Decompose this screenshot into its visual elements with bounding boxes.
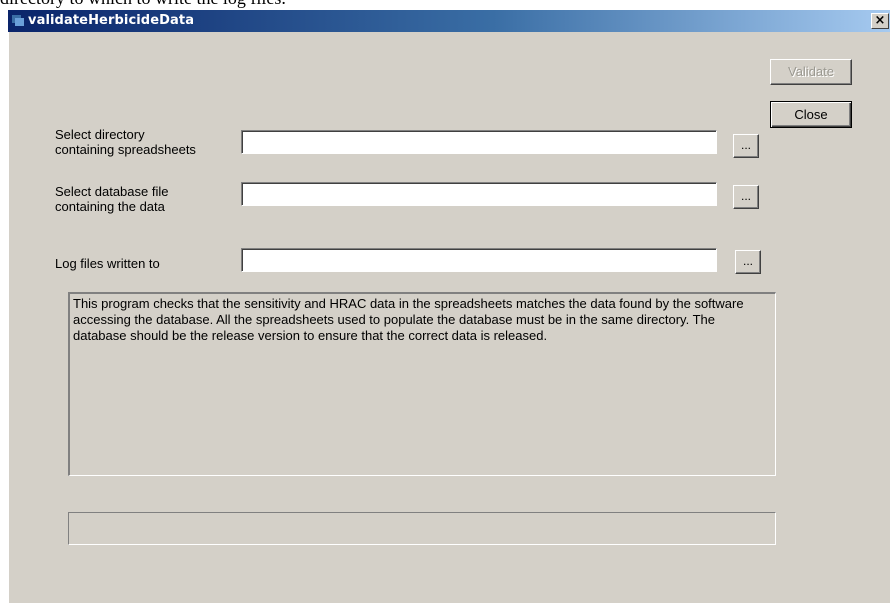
browse-log-files-button[interactable]: ...: [735, 250, 761, 274]
log-files-input[interactable]: [241, 248, 717, 272]
database-file-input[interactable]: [241, 182, 717, 206]
title-bar[interactable]: validateHerbicideData ×: [8, 10, 890, 32]
spreadsheets-dir-input[interactable]: [241, 130, 717, 154]
window-title: validateHerbicideData: [28, 13, 195, 28]
browse-database-file-button[interactable]: ...: [733, 185, 759, 209]
dialog-window: validateHerbicideData × Validate Close S…: [8, 10, 890, 603]
background-document-text: directory to which to write the log file…: [0, 0, 286, 9]
close-icon[interactable]: ×: [871, 13, 889, 29]
app-icon: [11, 13, 25, 27]
log-files-label: Log files written to: [55, 256, 160, 271]
validate-button[interactable]: Validate: [770, 59, 852, 85]
progress-bar: [68, 512, 776, 545]
browse-spreadsheets-dir-button[interactable]: ...: [733, 134, 759, 158]
spreadsheets-dir-label: Select directory containing spreadsheets: [55, 127, 196, 157]
database-file-label: Select database file containing the data: [55, 184, 169, 214]
close-button[interactable]: Close: [770, 101, 852, 128]
description-text: This program checks that the sensitivity…: [68, 292, 776, 476]
